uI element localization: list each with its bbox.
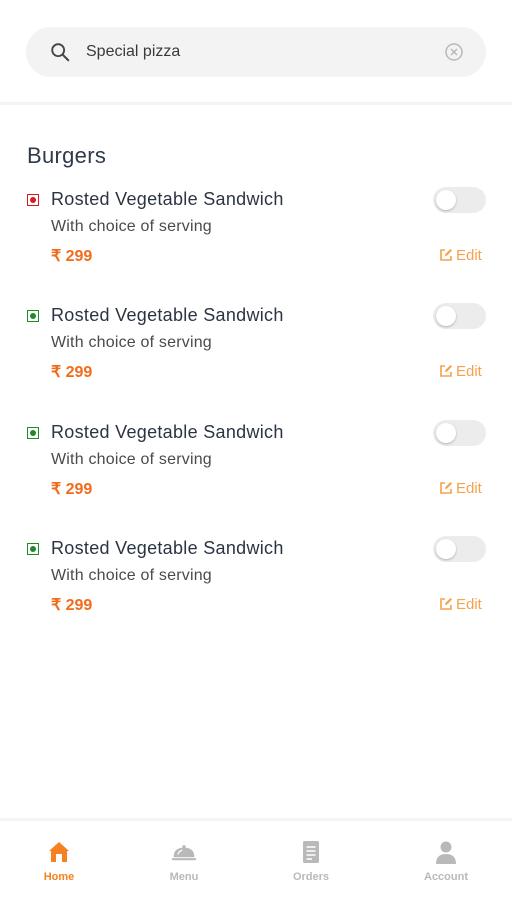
menu-item: Rosted Vegetable Sandwich With choice of… [0, 187, 512, 287]
item-price: ₹ 299 [51, 364, 93, 381]
nav-label: Home [43, 871, 75, 883]
section-title: Burgers [27, 143, 107, 168]
nav-item-orders[interactable]: Orders [271, 839, 351, 883]
cloche-icon [171, 845, 197, 861]
nav-item-home[interactable]: Home [19, 839, 99, 883]
nav-label: Orders [292, 871, 330, 883]
toggle-knob [436, 306, 456, 326]
edit-icon [440, 365, 452, 377]
toggle-knob [436, 423, 456, 443]
edit-button[interactable]: Edit [439, 594, 482, 614]
search-icon [51, 43, 70, 62]
edit-label: Edit [456, 479, 482, 497]
item-title: Rosted Vegetable Sandwich [51, 305, 284, 325]
edit-label: Edit [456, 595, 482, 613]
receipt-icon [303, 841, 319, 863]
header-divider [0, 102, 512, 105]
availability-toggle[interactable] [433, 303, 486, 329]
user-icon [436, 841, 456, 864]
edit-label: Edit [456, 362, 482, 380]
home-icon [49, 842, 69, 862]
item-price: ₹ 299 [51, 248, 93, 265]
availability-toggle[interactable] [433, 420, 486, 446]
availability-toggle[interactable] [433, 536, 486, 562]
item-price: ₹ 299 [51, 597, 93, 614]
availability-toggle[interactable] [433, 187, 486, 213]
item-subtitle: With choice of serving [51, 334, 212, 351]
edit-button[interactable]: Edit [439, 245, 482, 265]
item-title: Rosted Vegetable Sandwich [51, 422, 284, 442]
menu-item: Rosted Vegetable Sandwich With choice of… [0, 536, 512, 636]
toggle-knob [436, 190, 456, 210]
search-input[interactable]: Special pizza [86, 43, 180, 61]
nonveg-indicator-icon [27, 194, 39, 206]
edit-button[interactable]: Edit [439, 478, 482, 498]
veg-indicator-icon [27, 427, 39, 439]
clear-icon[interactable] [444, 42, 464, 62]
bottom-nav: Home Menu Orders Account [0, 821, 512, 900]
search-bar[interactable]: Special pizza [26, 27, 486, 77]
veg-indicator-icon [27, 543, 39, 555]
veg-indicator-icon [27, 310, 39, 322]
edit-icon [440, 482, 452, 494]
toggle-knob [436, 539, 456, 559]
nav-label: Menu [169, 871, 199, 883]
nav-label: Account [424, 871, 468, 883]
menu-item: Rosted Vegetable Sandwich With choice of… [0, 420, 512, 520]
menu-item: Rosted Vegetable Sandwich With choice of… [0, 303, 512, 403]
item-title: Rosted Vegetable Sandwich [51, 189, 284, 209]
edit-button[interactable]: Edit [439, 361, 482, 381]
edit-icon [440, 598, 452, 610]
item-subtitle: With choice of serving [51, 567, 212, 584]
nav-item-menu[interactable]: Menu [144, 839, 224, 883]
edit-label: Edit [456, 246, 482, 264]
item-subtitle: With choice of serving [51, 451, 212, 468]
item-price: ₹ 299 [51, 481, 93, 498]
edit-icon [440, 249, 452, 261]
item-title: Rosted Vegetable Sandwich [51, 538, 284, 558]
item-subtitle: With choice of serving [51, 218, 212, 235]
nav-item-account[interactable]: Account [406, 839, 486, 883]
